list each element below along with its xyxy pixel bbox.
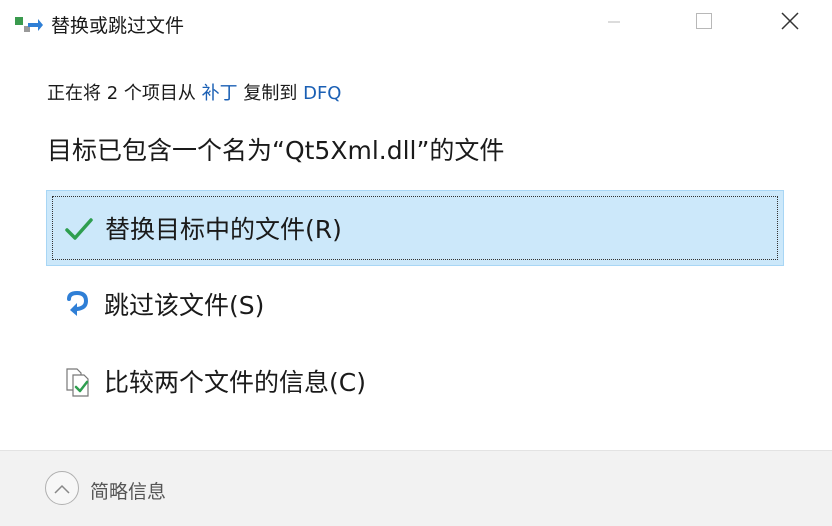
file-move-icon — [14, 14, 44, 36]
title-bar: 替换或跳过文件 — [0, 0, 832, 50]
fewer-details-label[interactable]: 简略信息 — [90, 477, 166, 504]
conflict-message: 目标已包含一个名为“Qt5Xml.dll”的文件 — [47, 136, 505, 165]
copy-progress-text: 正在将 2 个项目从 补丁 复制到 DFQ — [47, 79, 341, 105]
compare-files-icon — [62, 366, 94, 398]
close-button[interactable] — [760, 0, 820, 46]
maximize-button[interactable] — [674, 0, 734, 46]
replace-file-label: 替换目标中的文件(R) — [105, 215, 342, 244]
checkmark-icon — [63, 213, 95, 245]
maximize-icon — [695, 12, 713, 34]
compare-files-option[interactable]: 比较两个文件的信息(C) — [46, 344, 784, 420]
copy-prefix: 正在将 2 个项目从 — [47, 83, 202, 104]
copy-middle: 复制到 — [237, 83, 304, 104]
destination-folder-link[interactable]: DFQ — [303, 83, 341, 104]
source-folder-link[interactable]: 补丁 — [202, 83, 238, 104]
replace-file-option[interactable]: 替换目标中的文件(R) — [46, 190, 784, 266]
close-icon — [780, 11, 800, 35]
minimize-button[interactable] — [584, 0, 644, 46]
window-title: 替换或跳过文件 — [51, 15, 185, 37]
details-toggle-button[interactable] — [45, 471, 79, 505]
skip-file-option[interactable]: 跳过该文件(S) — [46, 267, 784, 343]
skip-file-label: 跳过该文件(S) — [104, 291, 265, 320]
minimize-icon — [607, 14, 621, 33]
footer-bar: 简略信息 — [0, 451, 832, 526]
skip-arrow-icon — [62, 289, 94, 321]
chevron-up-icon — [54, 479, 70, 498]
compare-files-label: 比较两个文件的信息(C) — [104, 368, 366, 397]
